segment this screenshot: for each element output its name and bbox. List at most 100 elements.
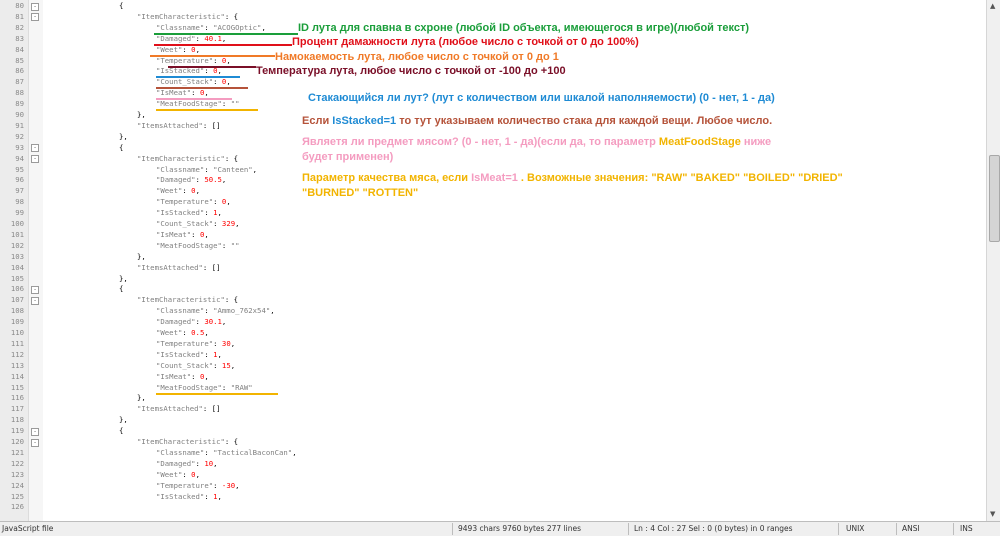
fold-toggle-icon[interactable]: - (31, 2, 39, 11)
code-line[interactable]: 99 "IsStacked": 1, (0, 208, 986, 219)
code-line[interactable]: 121 "Classname": "TacticalBaconCan", (0, 448, 986, 459)
code-line[interactable]: 118}, (0, 415, 986, 426)
code-line[interactable]: 122 "Damaged": 10, (0, 459, 986, 470)
code-text[interactable]: "IsMeat": 0, (156, 230, 209, 241)
code-text[interactable]: "IsStacked": 1, (156, 492, 222, 503)
code-line[interactable]: 113 "Count_Stack": 15, (0, 361, 986, 372)
code-text[interactable]: "Weet": 0.5, (156, 328, 209, 339)
code-text[interactable]: "Temperature": 0, (156, 197, 231, 208)
code-line[interactable]: 107- "ItemCharacteristic": { (0, 295, 986, 306)
code-text[interactable]: "IsStacked": 1, (156, 208, 222, 219)
code-text[interactable]: }, (119, 132, 128, 143)
code-line[interactable]: 115 "MeatFoodStage": "RAW" (0, 383, 986, 394)
punct-token: { (119, 426, 124, 436)
line-number: 81 (15, 11, 24, 21)
code-text[interactable]: "IsMeat": 0, (156, 372, 209, 383)
underline-weet (150, 54, 275, 57)
code-text[interactable]: "Classname": "Ammo_762x54", (156, 306, 275, 317)
code-line[interactable]: 125 "IsStacked": 1, (0, 492, 986, 503)
line-number: 117 (10, 404, 24, 414)
string-token: "" (230, 99, 240, 109)
code-text[interactable]: "ItemCharacteristic": { (137, 295, 238, 306)
code-line[interactable]: 116}, (0, 393, 986, 404)
code-text[interactable]: "Damaged": 50.5, (156, 175, 226, 186)
code-line[interactable]: 109 "Damaged": 30.1, (0, 317, 986, 328)
code-line[interactable]: 108 "Classname": "Ammo_762x54", (0, 306, 986, 317)
string-token: "Classname" (156, 447, 205, 457)
code-text[interactable]: }, (137, 393, 146, 404)
code-text[interactable]: { (119, 143, 123, 154)
vertical-scrollbar[interactable]: ▲ ▼ (986, 0, 1000, 521)
punct-token: { (119, 142, 124, 152)
punct-token: , (226, 197, 231, 207)
code-text[interactable]: "Count_Stack": 15, (156, 361, 235, 372)
underline-meatfoodstage (156, 109, 258, 112)
number-token: 0.5 (191, 328, 205, 337)
fold-toggle-icon[interactable]: - (31, 427, 39, 436)
code-text[interactable]: { (119, 426, 123, 437)
fold-toggle-icon[interactable]: - (31, 155, 39, 164)
code-text[interactable]: "Count_Stack": 329, (156, 219, 240, 230)
code-line[interactable]: 123 "Weet": 0, (0, 470, 986, 481)
code-line[interactable]: 103}, (0, 252, 986, 263)
code-line[interactable]: 100 "Count_Stack": 329, (0, 219, 986, 230)
code-text[interactable]: "ItemCharacteristic": { (137, 12, 238, 23)
code-text[interactable]: "MeatFoodStage": "" (156, 241, 240, 252)
code-line[interactable]: 110 "Weet": 0.5, (0, 328, 986, 339)
code-text[interactable]: "ItemCharacteristic": { (137, 154, 238, 165)
code-text[interactable]: { (119, 1, 123, 12)
code-text[interactable]: "IsStacked": 1, (156, 350, 222, 361)
code-text[interactable]: "Weet": 0, (156, 186, 200, 197)
code-line[interactable]: 104 "ItemsAttached": [] (0, 263, 986, 274)
code-text[interactable]: "Classname": "TacticalBaconCan", (156, 448, 297, 459)
line-number: 107 (10, 295, 24, 305)
fold-toggle-icon[interactable]: - (31, 296, 39, 305)
string-token: "Damaged" (156, 317, 196, 327)
code-line[interactable]: 120- "ItemCharacteristic": { (0, 437, 986, 448)
scrollbar-thumb[interactable] (989, 155, 1000, 242)
code-text[interactable]: }, (119, 415, 128, 426)
scroll-down-icon[interactable]: ▼ (990, 510, 995, 518)
code-text[interactable]: }, (137, 110, 146, 121)
code-line[interactable]: 105}, (0, 274, 986, 285)
number-token: 15 (221, 360, 231, 370)
code-line[interactable]: 117 "ItemsAttached": [] (0, 404, 986, 415)
code-line[interactable]: 112 "IsStacked": 1, (0, 350, 986, 361)
code-text[interactable]: "ItemCharacteristic": { (137, 437, 238, 448)
code-text[interactable]: "Weet": 0, (156, 470, 200, 481)
code-line[interactable]: 126 (0, 502, 986, 513)
code-line[interactable]: 114 "IsMeat": 0, (0, 372, 986, 383)
code-text[interactable]: { (119, 284, 123, 295)
code-line[interactable]: 111 "Temperature": 30, (0, 339, 986, 350)
code-line[interactable]: 119- { (0, 426, 986, 437)
string-token: "Canteen" (213, 164, 253, 174)
code-line[interactable]: 80- { (0, 1, 986, 12)
number-token: 40.1 (204, 33, 222, 43)
fold-toggle-icon[interactable]: - (31, 144, 39, 153)
code-text[interactable]: "Temperature": -30, (156, 481, 240, 492)
code-text[interactable]: "ItemsAttached": [] (137, 404, 220, 415)
code-text[interactable]: "Damaged": 10, (156, 459, 218, 470)
code-line[interactable]: 101 "IsMeat": 0, (0, 230, 986, 241)
code-line[interactable]: 124 "Temperature": -30, (0, 481, 986, 492)
string-token: "Weet" (156, 328, 183, 337)
string-token: "Classname" (156, 164, 205, 174)
fold-toggle-icon[interactable]: - (31, 438, 39, 447)
code-editor[interactable]: 80-{81- "ItemCharacteristic": {82 "Classna… (0, 0, 1000, 521)
code-text[interactable]: "Classname": "Canteen", (156, 165, 257, 176)
code-line[interactable]: 106- { (0, 284, 986, 295)
code-text[interactable]: "Damaged": 30.1, (156, 317, 226, 328)
punct-token: : { (224, 153, 239, 163)
fold-toggle-icon[interactable]: - (31, 13, 39, 22)
scroll-up-icon[interactable]: ▲ (990, 2, 995, 10)
punct-token: , (195, 44, 200, 54)
fold-toggle-icon[interactable]: - (31, 285, 39, 294)
line-number: 111 (10, 338, 24, 348)
code-line[interactable]: 102 "MeatFoodStage": "" (0, 241, 986, 252)
code-text[interactable]: "ItemsAttached": [] (137, 121, 220, 132)
code-text[interactable]: "ItemsAttached": [] (137, 263, 220, 274)
code-text[interactable]: }, (119, 274, 128, 285)
punct-token: : (182, 328, 192, 337)
code-text[interactable]: "Temperature": 30, (156, 339, 235, 350)
code-text[interactable]: }, (137, 252, 146, 263)
